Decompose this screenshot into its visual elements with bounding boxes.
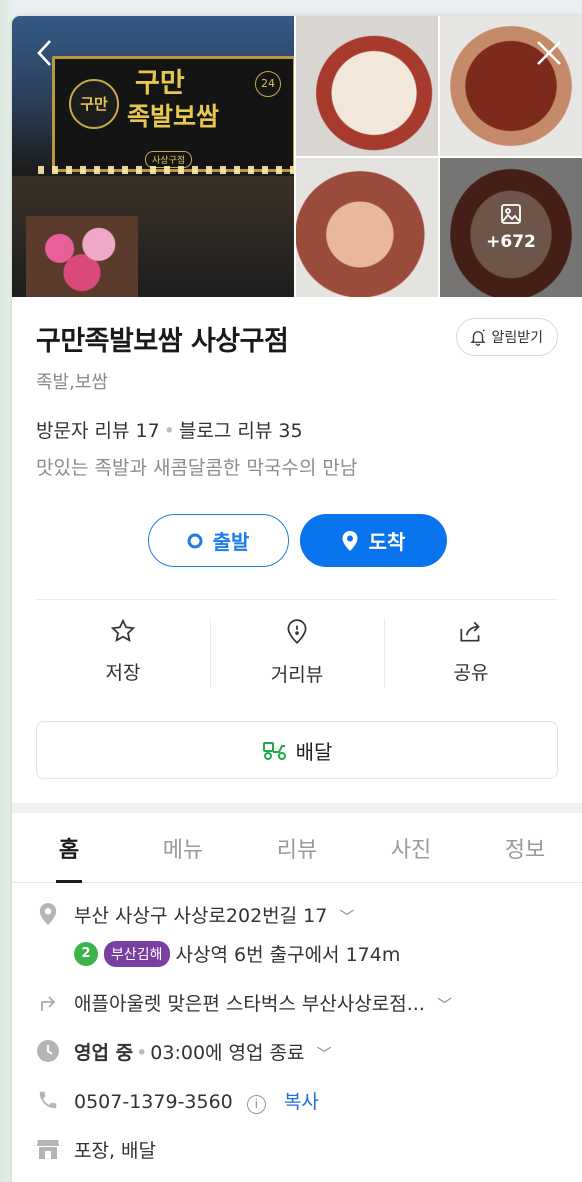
bell-icon — [470, 328, 487, 346]
back-button[interactable] — [30, 34, 60, 72]
place-category: 족발,보쌈 — [36, 372, 108, 393]
hours-end: 03:00에 영업 종료 — [150, 1042, 305, 1064]
tab-home[interactable]: 홈 — [12, 813, 126, 882]
sign-badge: 24 — [255, 71, 281, 97]
tab-bar: 홈 메뉴 리뷰 사진 정보 — [12, 813, 582, 883]
photo-food-1[interactable] — [296, 16, 438, 156]
chevron-down-icon: ﹀ — [339, 908, 355, 926]
route-end-button[interactable]: 도착 — [299, 514, 447, 567]
roadview-pin-icon — [287, 619, 307, 644]
services-row: 포장, 배달 — [36, 1136, 558, 1163]
address-toggle[interactable]: 부산 사상구 사상로202번길 17 ﹀ — [74, 901, 400, 928]
flower-wreath — [26, 216, 138, 297]
review-counts: 방문자 리뷰 17 • 블로그 리뷰 35 — [36, 416, 558, 443]
turn-arrow-icon — [41, 996, 56, 1011]
close-icon — [537, 41, 561, 65]
separator-dot: • — [163, 420, 175, 442]
location-icon — [39, 903, 57, 925]
close-button[interactable] — [534, 34, 564, 72]
string-lights — [38, 166, 294, 174]
delivery-label: 배달 — [295, 739, 333, 764]
services-text: 포장, 배달 — [74, 1140, 156, 1162]
share-label: 공유 — [453, 662, 489, 684]
divider — [36, 599, 558, 600]
route-buttons: 출발 도착 — [36, 514, 558, 567]
sign-logo: 구만 — [69, 79, 119, 129]
address-row: 부산 사상구 사상로202번길 17 ﹀ 2 부산김해 사상역 6번 출구에서 … — [36, 901, 558, 967]
store-sign: 구만 구만 족발보쌈 24 사상구점 — [52, 56, 294, 172]
visitor-review-link[interactable]: 방문자 리뷰 17 — [36, 420, 160, 442]
sign-title-line2: 족발보쌈 — [127, 102, 220, 131]
phone-icon — [39, 1091, 57, 1109]
info-icon[interactable]: i — [246, 1094, 266, 1114]
copy-phone-button[interactable]: 복사 — [284, 1091, 319, 1113]
alarm-label: 알림받기 — [491, 329, 543, 346]
sign-title-line1: 구만 — [135, 68, 185, 99]
photo-grid: 구만 구만 족발보쌈 24 사상구점 +672 — [12, 16, 582, 297]
share-icon — [460, 621, 480, 642]
more-photos-count: +672 — [486, 232, 536, 253]
tab-review[interactable]: 리뷰 — [240, 813, 354, 882]
share-action[interactable]: 공유 — [384, 618, 558, 688]
direction-row[interactable]: 애플아울렛 맞은편 스타벅스 부산사상로점... ﹀ — [36, 989, 558, 1016]
chevron-down-icon: ﹀ — [436, 996, 452, 1014]
address-text: 부산 사상구 사상로202번길 17 — [74, 905, 328, 927]
tab-photo[interactable]: 사진 — [354, 813, 468, 882]
start-point-icon — [187, 533, 203, 548]
chevron-down-icon: ﹀ — [316, 1045, 332, 1063]
roadview-label: 거리뷰 — [270, 664, 324, 686]
route-start-label: 출발 — [212, 530, 250, 554]
hours-row[interactable]: 영업 중 • 03:00에 영업 종료 ﹀ — [36, 1038, 558, 1065]
roadview-action[interactable]: 거리뷰 — [210, 618, 384, 688]
store-icon — [37, 1140, 59, 1159]
photo-column-1 — [296, 16, 438, 297]
home-details: 부산 사상구 사상로202번길 17 ﹀ 2 부산김해 사상역 6번 출구에서 … — [12, 883, 582, 1163]
place-info: 구만족발보쌈 사상구점 알림받기 족발,보쌈 방문자 리뷰 17 • 블로그 리뷰 … — [12, 297, 582, 779]
delivery-button[interactable]: 배달 — [36, 721, 558, 779]
route-end-label: 도착 — [368, 530, 406, 554]
more-photos-overlay[interactable]: +672 — [440, 157, 582, 297]
action-row: 저장 거리뷰 공유 — [36, 618, 558, 688]
subway-distance: 사상역 6번 출구에서 174m — [175, 944, 401, 966]
tab-info[interactable]: 정보 — [468, 813, 582, 882]
image-icon — [501, 204, 521, 225]
delivery-scooter-icon — [262, 742, 286, 760]
alarm-button[interactable]: 알림받기 — [456, 317, 558, 356]
photo-food-3[interactable] — [296, 157, 438, 297]
separator-dot: • — [136, 1042, 148, 1064]
star-icon — [110, 618, 136, 642]
direction-text: 애플아울렛 맞은편 스타벅스 부산사상로점... — [74, 993, 425, 1015]
place-tagline: 맛있는 족발과 새콤달콤한 막국수의 만남 — [36, 457, 358, 479]
save-action[interactable]: 저장 — [36, 618, 210, 687]
section-gap — [12, 803, 582, 813]
route-start-button[interactable]: 출발 — [147, 514, 289, 567]
clock-icon — [37, 1040, 59, 1062]
phone-row: 0507-1379-3560 i 복사 — [36, 1087, 558, 1114]
phone-number[interactable]: 0507-1379-3560 — [74, 1091, 233, 1113]
place-panel: 구만 구만 족발보쌈 24 사상구점 +672 구만족발보쌈 사상구점 알림받기… — [12, 16, 582, 1182]
chevron-left-icon — [37, 40, 51, 66]
subway-line-name: 부산김해 — [104, 940, 170, 967]
tab-menu[interactable]: 메뉴 — [126, 813, 240, 882]
place-title: 구만족발보쌈 사상구점 — [36, 326, 289, 357]
blog-review-link[interactable]: 블로그 리뷰 35 — [179, 420, 303, 442]
subway-line-badge: 2 — [74, 941, 98, 966]
hours-status: 영업 중 — [74, 1042, 134, 1064]
location-pin-icon — [342, 530, 358, 551]
save-label: 저장 — [105, 662, 141, 684]
subway-info: 2 부산김해 사상역 6번 출구에서 174m — [74, 940, 400, 967]
photo-food-4[interactable]: +672 — [440, 157, 582, 297]
